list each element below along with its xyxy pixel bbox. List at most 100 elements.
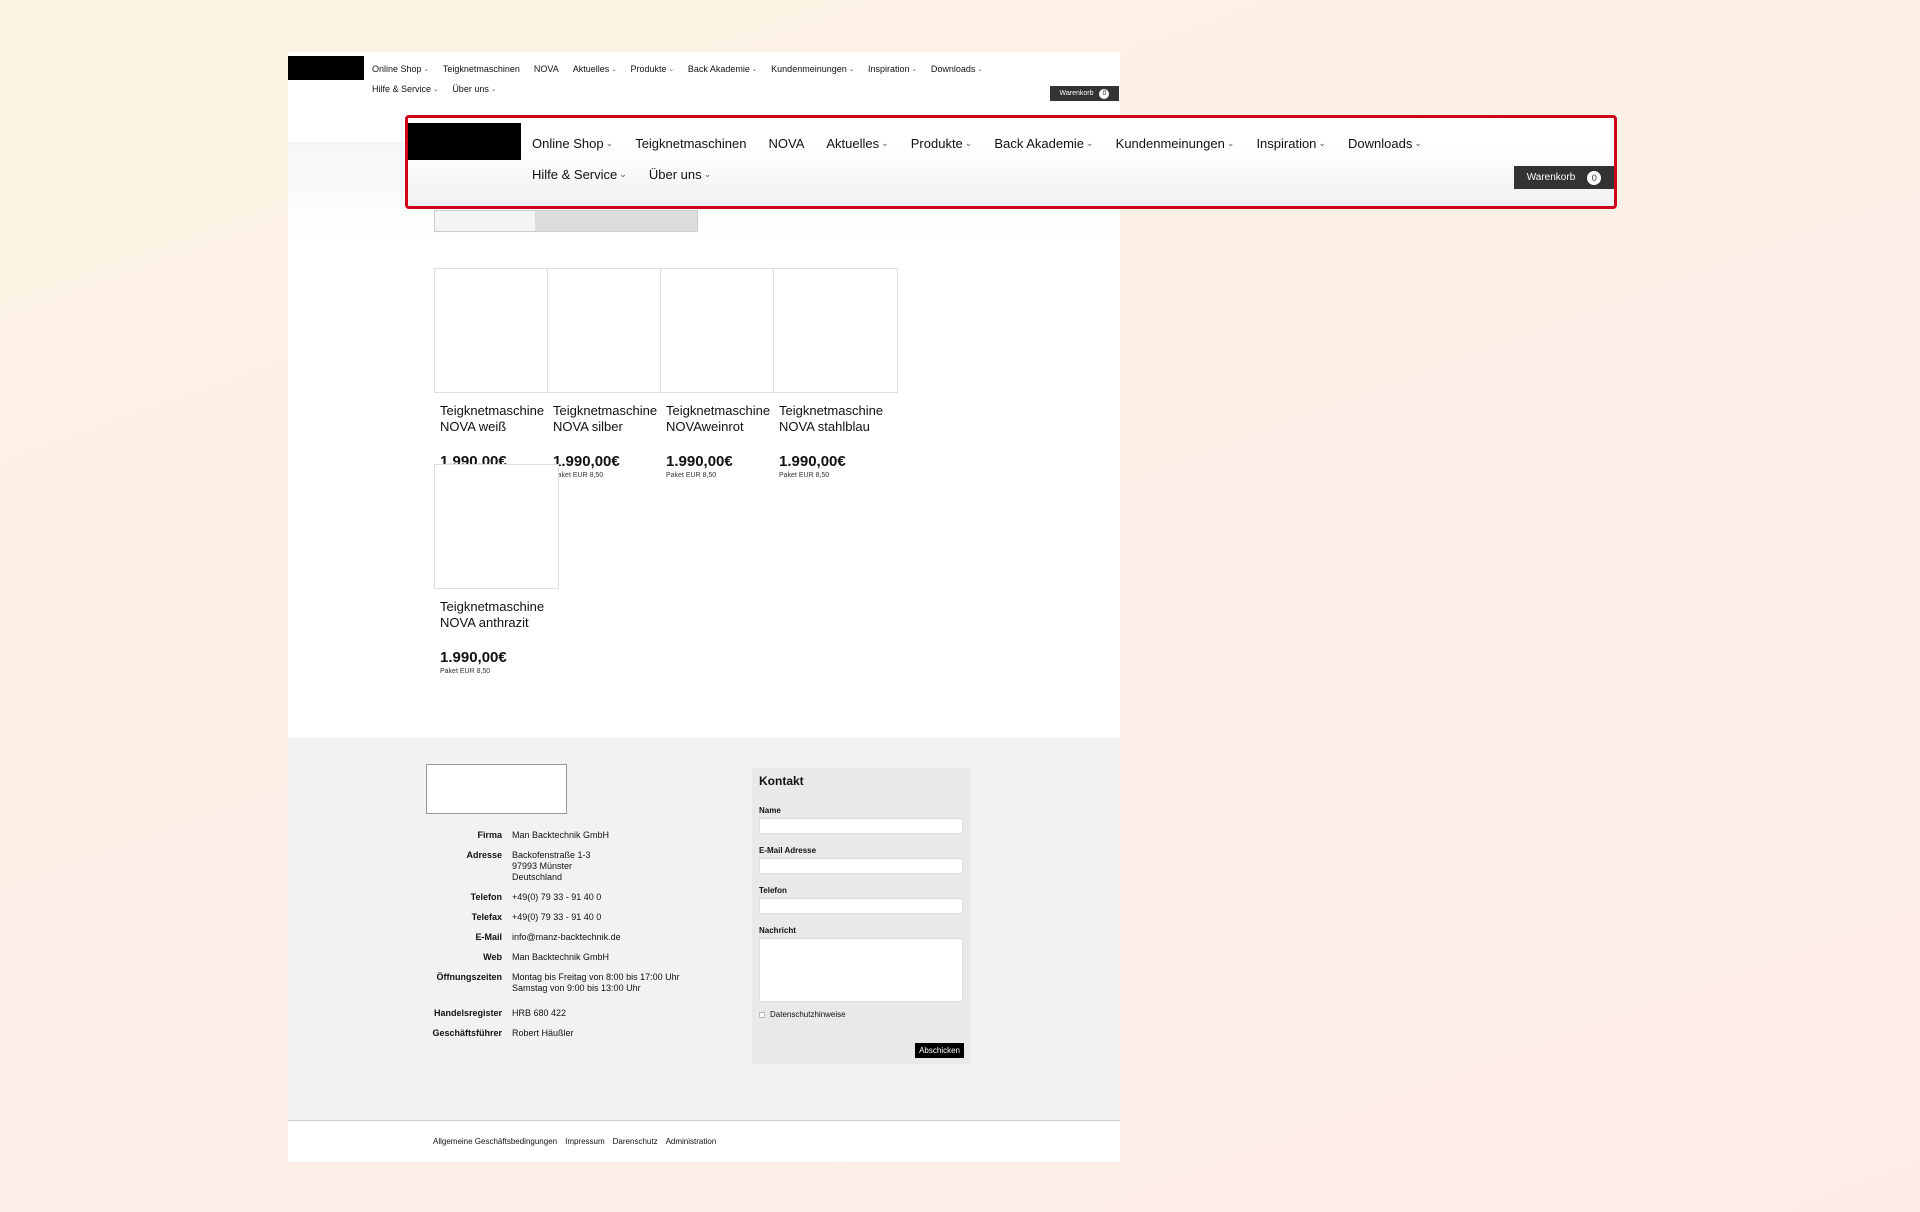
nav-item-label: NOVA	[533, 64, 559, 74]
footer-link-administration[interactable]: Administration	[666, 1137, 717, 1146]
cart-button[interactable]: Warenkorb 0	[1050, 86, 1119, 101]
info-label: Öffnungszeiten	[436, 972, 503, 982]
nav-item-label: Online Shop	[372, 64, 422, 74]
site-logo-zoomed[interactable]	[408, 123, 521, 160]
product-card[interactable]: Teigknetmaschine NOVA silber 1.990,00€ Pake…	[547, 268, 673, 479]
info-row-adresse: Adresse Backofenstraße 1-3 97993 Münster De…	[426, 850, 680, 883]
info-value-line[interactable]: Man Backtechnik GmbH	[512, 952, 609, 963]
chevron-down-icon: ⌄	[1226, 138, 1235, 148]
product-name-line: Teigknetmaschine	[553, 403, 658, 418]
info-value: Backofenstraße 1-3 97993 Münster Deutschla…	[512, 850, 591, 883]
info-label: Telefon	[470, 892, 502, 902]
nav-item-label: Hilfe & Service	[532, 167, 618, 182]
nav-item-label: Back Akademie	[994, 136, 1085, 151]
navigation-zoom-callout: Online Shop ⌄ Teigknetmaschinen NOVA Aktuell…	[405, 115, 1617, 209]
chevron-down-icon: ⌄	[911, 65, 917, 73]
site-logo[interactable]	[288, 56, 364, 80]
product-name-line: NOVAweinrot	[666, 419, 744, 434]
product-image[interactable]	[547, 268, 672, 393]
nav-item-label: Online Shop	[532, 136, 604, 151]
submit-button[interactable]: Abschicken	[915, 1043, 964, 1058]
nav-item-hilfe-and-service-zoomed[interactable]: Hilfe & Service ⌄	[532, 167, 627, 182]
nav-item-online-shop-zoomed[interactable]: Online Shop ⌄	[532, 136, 613, 151]
info-row-geschaftsfuhrer: Geschäftsführer Robert Häußler	[426, 1028, 680, 1039]
company-info: Firma Man Backtechnik GmbH Adresse Backofen…	[426, 830, 680, 1048]
nav-item-label: Kundenmeinungen	[1115, 136, 1225, 151]
message-label: Nachricht	[759, 926, 796, 935]
info-value-line: HRB 680 422	[512, 1008, 567, 1018]
nav-item-nova-zoomed[interactable]: NOVA	[768, 136, 804, 151]
product-name-line: NOVA anthrazit	[440, 615, 529, 630]
footer: Firma Man Backtechnik GmbH Adresse Backofen…	[288, 738, 1120, 1122]
tab-active[interactable]	[535, 211, 697, 231]
info-value-line: 97993 Münster	[512, 861, 573, 871]
chevron-down-icon: ⌄	[703, 169, 712, 179]
chevron-down-icon: ⌄	[490, 85, 497, 93]
nav-item-online-shop[interactable]: Online Shop ⌄	[372, 64, 429, 74]
footer-link-impressum[interactable]: Impressum	[565, 1137, 605, 1146]
product-card[interactable]: TeigknetmaschineNOVA weiß1.990,00€Paket …	[434, 268, 560, 479]
nav-item-nova[interactable]: NOVA	[534, 64, 559, 74]
phone-input[interactable]	[759, 898, 963, 914]
nav-item-inspiration-zoomed[interactable]: Inspiration ⌄	[1256, 136, 1326, 151]
nav-item-teigknetmaschinen-zoomed[interactable]: Teigknetmaschinen	[635, 136, 746, 151]
info-label: E-Mail	[475, 932, 502, 942]
product-name-line: NOVA weiß	[440, 419, 507, 434]
footer-link-allgemeine-geschaftsbedingungen[interactable]: Allgemeine Geschäftsbedingungen	[433, 1137, 557, 1146]
nav-item-aktuelles-zoomed[interactable]: Aktuelles ⌄	[826, 136, 888, 151]
nav-item-back-akademie[interactable]: Back Akademie ⌄	[688, 64, 757, 74]
tab-bar[interactable]	[434, 210, 698, 232]
nav-item-produkte-zoomed[interactable]: Produkte ⌄	[911, 136, 973, 151]
info-row-firma: Firma Man Backtechnik GmbH	[426, 830, 680, 841]
info-value-line: Deutschland	[512, 872, 563, 882]
product-shipping: Paket EUR 8,50	[666, 472, 717, 479]
product-card[interactable]: Teigknetmaschine NOVA anthrazit 1.990,00€ P…	[434, 464, 560, 675]
chevron-down-icon: ⌄	[1414, 138, 1422, 148]
message-textarea[interactable]	[759, 938, 963, 1002]
nav-item-uber-uns[interactable]: Über uns ⌄	[452, 84, 496, 94]
info-value-line[interactable]: info@manz-backtechnik.de	[512, 932, 621, 943]
nav-item-inspiration[interactable]: Inspiration ⌄	[868, 64, 917, 74]
product-image[interactable]	[434, 464, 559, 589]
product-image[interactable]	[660, 268, 785, 393]
product-price: 1.990,00€	[779, 453, 846, 470]
cart-label: Warenkorb	[1059, 90, 1094, 97]
nav-item-downloads[interactable]: Downloads ⌄	[931, 64, 983, 74]
product-name[interactable]: Teigknetmaschine NOVA weiß	[440, 403, 560, 435]
nav-item-label: Inspiration	[868, 64, 910, 74]
cart-button-zoomed[interactable]: Warenkorb 0	[1514, 166, 1614, 189]
product-name[interactable]: Teigknetmaschine NOVAweinrot	[666, 403, 786, 435]
nav-item-uber-uns-zoomed[interactable]: Über uns ⌄	[649, 167, 711, 182]
email-input[interactable]	[759, 858, 963, 874]
product-name[interactable]: Teigknetmaschine NOVA stahlblau	[779, 403, 899, 435]
name-input[interactable]	[759, 818, 963, 834]
nav-item-kundenmeinungen[interactable]: Kundenmeinungen ⌄	[771, 64, 854, 74]
chevron-down-icon: ⌄	[977, 65, 983, 73]
product-image[interactable]	[434, 268, 559, 393]
chevron-down-icon: ⌄	[1086, 138, 1094, 148]
chevron-down-icon: ⌄	[619, 169, 627, 179]
info-value: info@manz-backtechnik.de	[512, 932, 621, 943]
info-value-line: Samstag von 9:00 bis 13:00 Uhr	[512, 983, 641, 993]
info-value: Montag bis Freitag von 8:00 bis 17:00 Uh…	[512, 972, 680, 994]
footer-link-darenschutz[interactable]: Darenschutz	[613, 1137, 658, 1146]
product-image[interactable]	[773, 268, 898, 393]
product-card[interactable]: Teigknetmaschine NOVAweinrot 1.990,00€ Pake…	[660, 268, 786, 479]
nav-item-kundenmeinungen-zoomed[interactable]: Kundenmeinungen ⌄	[1116, 136, 1235, 151]
nav-item-teigknetmaschinen[interactable]: Teigknetmaschinen	[443, 64, 520, 74]
contact-title: Kontakt	[759, 774, 804, 788]
product-name[interactable]: Teigknetmaschine NOVA silber	[553, 403, 673, 435]
nav-item-back-akademie-zoomed[interactable]: Back Akademie ⌄	[994, 136, 1093, 151]
nav-item-aktuelles[interactable]: Aktuelles ⌄	[573, 64, 617, 74]
info-value-line: Backofenstraße 1-3	[512, 850, 591, 860]
nav-item-hilfe-and-service[interactable]: Hilfe & Service ⌄	[372, 84, 438, 94]
info-label: Firma	[477, 830, 502, 840]
privacy-checkbox[interactable]	[759, 1011, 765, 1018]
nav-item-downloads-zoomed[interactable]: Downloads ⌄	[1348, 136, 1422, 151]
nav-item-produkte[interactable]: Produkte ⌄	[631, 64, 674, 74]
product-name[interactable]: Teigknetmaschine NOVA anthrazit	[440, 599, 560, 631]
chevron-down-icon: ⌄	[611, 65, 617, 73]
product-card[interactable]: Teigknetmaschine NOVA stahlblau 1.990,00€ P…	[773, 268, 899, 479]
nav-item-label: Inspiration	[1256, 136, 1317, 151]
nav-item-label: Back Akademie	[687, 64, 750, 74]
